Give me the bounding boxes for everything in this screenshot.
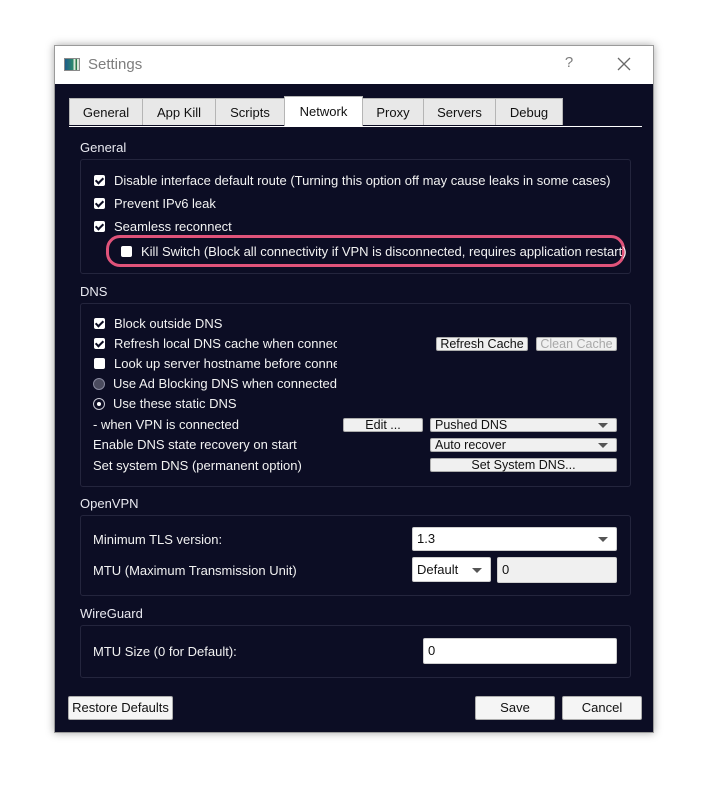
seamless-reconnect-checkbox[interactable]: Seamless reconnect <box>94 219 232 234</box>
tab-servers[interactable]: Servers <box>423 98 496 125</box>
option-label: Kill Switch (Block all connectivity if V… <box>141 244 627 259</box>
wireguard-mtu-input[interactable]: 0 <box>423 638 617 664</box>
disable-default-route-checkbox[interactable]: Disable interface default route (Turning… <box>94 173 610 188</box>
cancel-button[interactable]: Cancel <box>562 696 642 720</box>
checkbox-checked[interactable] <box>94 198 105 209</box>
tab-app-kill[interactable]: App Kill <box>142 98 216 125</box>
title-bar[interactable]: Settings ? <box>55 46 653 84</box>
mtu-label: MTU (Maximum Transmission Unit) <box>93 563 297 578</box>
openvpn-group-title: OpenVPN <box>80 496 139 511</box>
close-button[interactable] <box>613 53 635 75</box>
ad-blocking-dns-radio[interactable]: Use Ad Blocking DNS when connected <box>93 376 337 391</box>
checkbox-unchecked[interactable] <box>94 358 105 369</box>
option-label: Seamless reconnect <box>114 219 232 234</box>
option-label: Use these static DNS <box>113 396 237 411</box>
tab-proxy[interactable]: Proxy <box>362 98 424 125</box>
option-label: Use Ad Blocking DNS when connected <box>113 376 338 391</box>
checkbox-checked[interactable] <box>94 338 105 349</box>
help-button[interactable]: ? <box>561 54 577 71</box>
select-value: Default <box>417 562 459 577</box>
tls-version-select[interactable]: 1.3 <box>412 527 617 551</box>
clean-cache-button: Clean Cache <box>536 337 617 351</box>
select-value: 1.3 <box>417 531 436 546</box>
select-value: Auto recover <box>435 438 506 452</box>
checkbox-checked[interactable] <box>94 221 105 232</box>
checkbox-checked[interactable] <box>94 175 105 186</box>
option-label: Disable interface default route (Turning… <box>114 173 611 188</box>
refresh-cache-button[interactable]: Refresh Cache <box>436 337 528 351</box>
lookup-hostname-checkbox[interactable]: Look up server hostname before connectin… <box>94 356 337 371</box>
tab-scripts[interactable]: Scripts <box>215 98 285 125</box>
wireguard-group-title: WireGuard <box>80 606 143 621</box>
tab-underline <box>69 126 642 127</box>
chevron-down-icon <box>598 443 608 448</box>
restore-defaults-button[interactable]: Restore Defaults <box>68 696 173 720</box>
wireguard-mtu-label: MTU Size (0 for Default): <box>93 644 237 659</box>
set-system-dns-button[interactable]: Set System DNS... <box>430 458 617 472</box>
general-group-title: General <box>80 140 127 155</box>
tab-general[interactable]: General <box>69 98 143 125</box>
dns-recovery-label: Enable DNS state recovery on start <box>93 437 297 452</box>
dns-group-title: DNS <box>80 284 108 299</box>
refresh-dns-cache-checkbox[interactable]: Refresh local DNS cache when connected <box>94 336 337 351</box>
close-icon <box>617 57 631 71</box>
checkbox-unchecked[interactable] <box>121 246 132 257</box>
chevron-down-icon <box>472 568 482 573</box>
tab-network[interactable]: Network <box>284 96 363 126</box>
option-label: Look up server hostname before connectin… <box>114 356 337 371</box>
dns-recovery-select[interactable]: Auto recover <box>430 438 617 452</box>
system-dns-label: Set system DNS (permanent option) <box>93 458 302 473</box>
prevent-ipv6-leak-checkbox[interactable]: Prevent IPv6 leak <box>94 196 216 211</box>
window-title: Settings <box>88 56 143 73</box>
block-outside-dns-checkbox[interactable]: Block outside DNS <box>94 316 337 331</box>
kill-switch-checkbox[interactable]: Kill Switch (Block all connectivity if V… <box>121 244 627 259</box>
settings-dialog: Settings ? General App Kill Scripts Netw… <box>54 45 654 733</box>
tls-version-label: Minimum TLS version: <box>93 532 223 547</box>
select-value: Pushed DNS <box>435 418 508 432</box>
radio-selected[interactable] <box>93 397 105 410</box>
checkbox-checked[interactable] <box>94 318 105 329</box>
dns-mode-select[interactable]: Pushed DNS <box>430 418 617 432</box>
mtu-mode-select[interactable]: Default <box>412 557 491 582</box>
save-button[interactable]: Save <box>475 696 555 720</box>
option-label: Block outside DNS <box>114 316 223 331</box>
tab-debug[interactable]: Debug <box>495 98 563 125</box>
option-label: Refresh local DNS cache when connected <box>114 336 337 351</box>
option-label: Prevent IPv6 leak <box>114 196 216 211</box>
edit-dns-button[interactable]: Edit ... <box>343 418 423 432</box>
static-dns-radio[interactable]: Use these static DNS <box>93 396 237 411</box>
app-window-icon <box>64 58 80 71</box>
when-vpn-connected-label: - when VPN is connected <box>93 417 239 432</box>
radio-unselected[interactable] <box>93 377 105 390</box>
chevron-down-icon <box>598 537 608 542</box>
mtu-value-input[interactable]: 0 <box>497 557 617 583</box>
chevron-down-icon <box>598 423 608 428</box>
